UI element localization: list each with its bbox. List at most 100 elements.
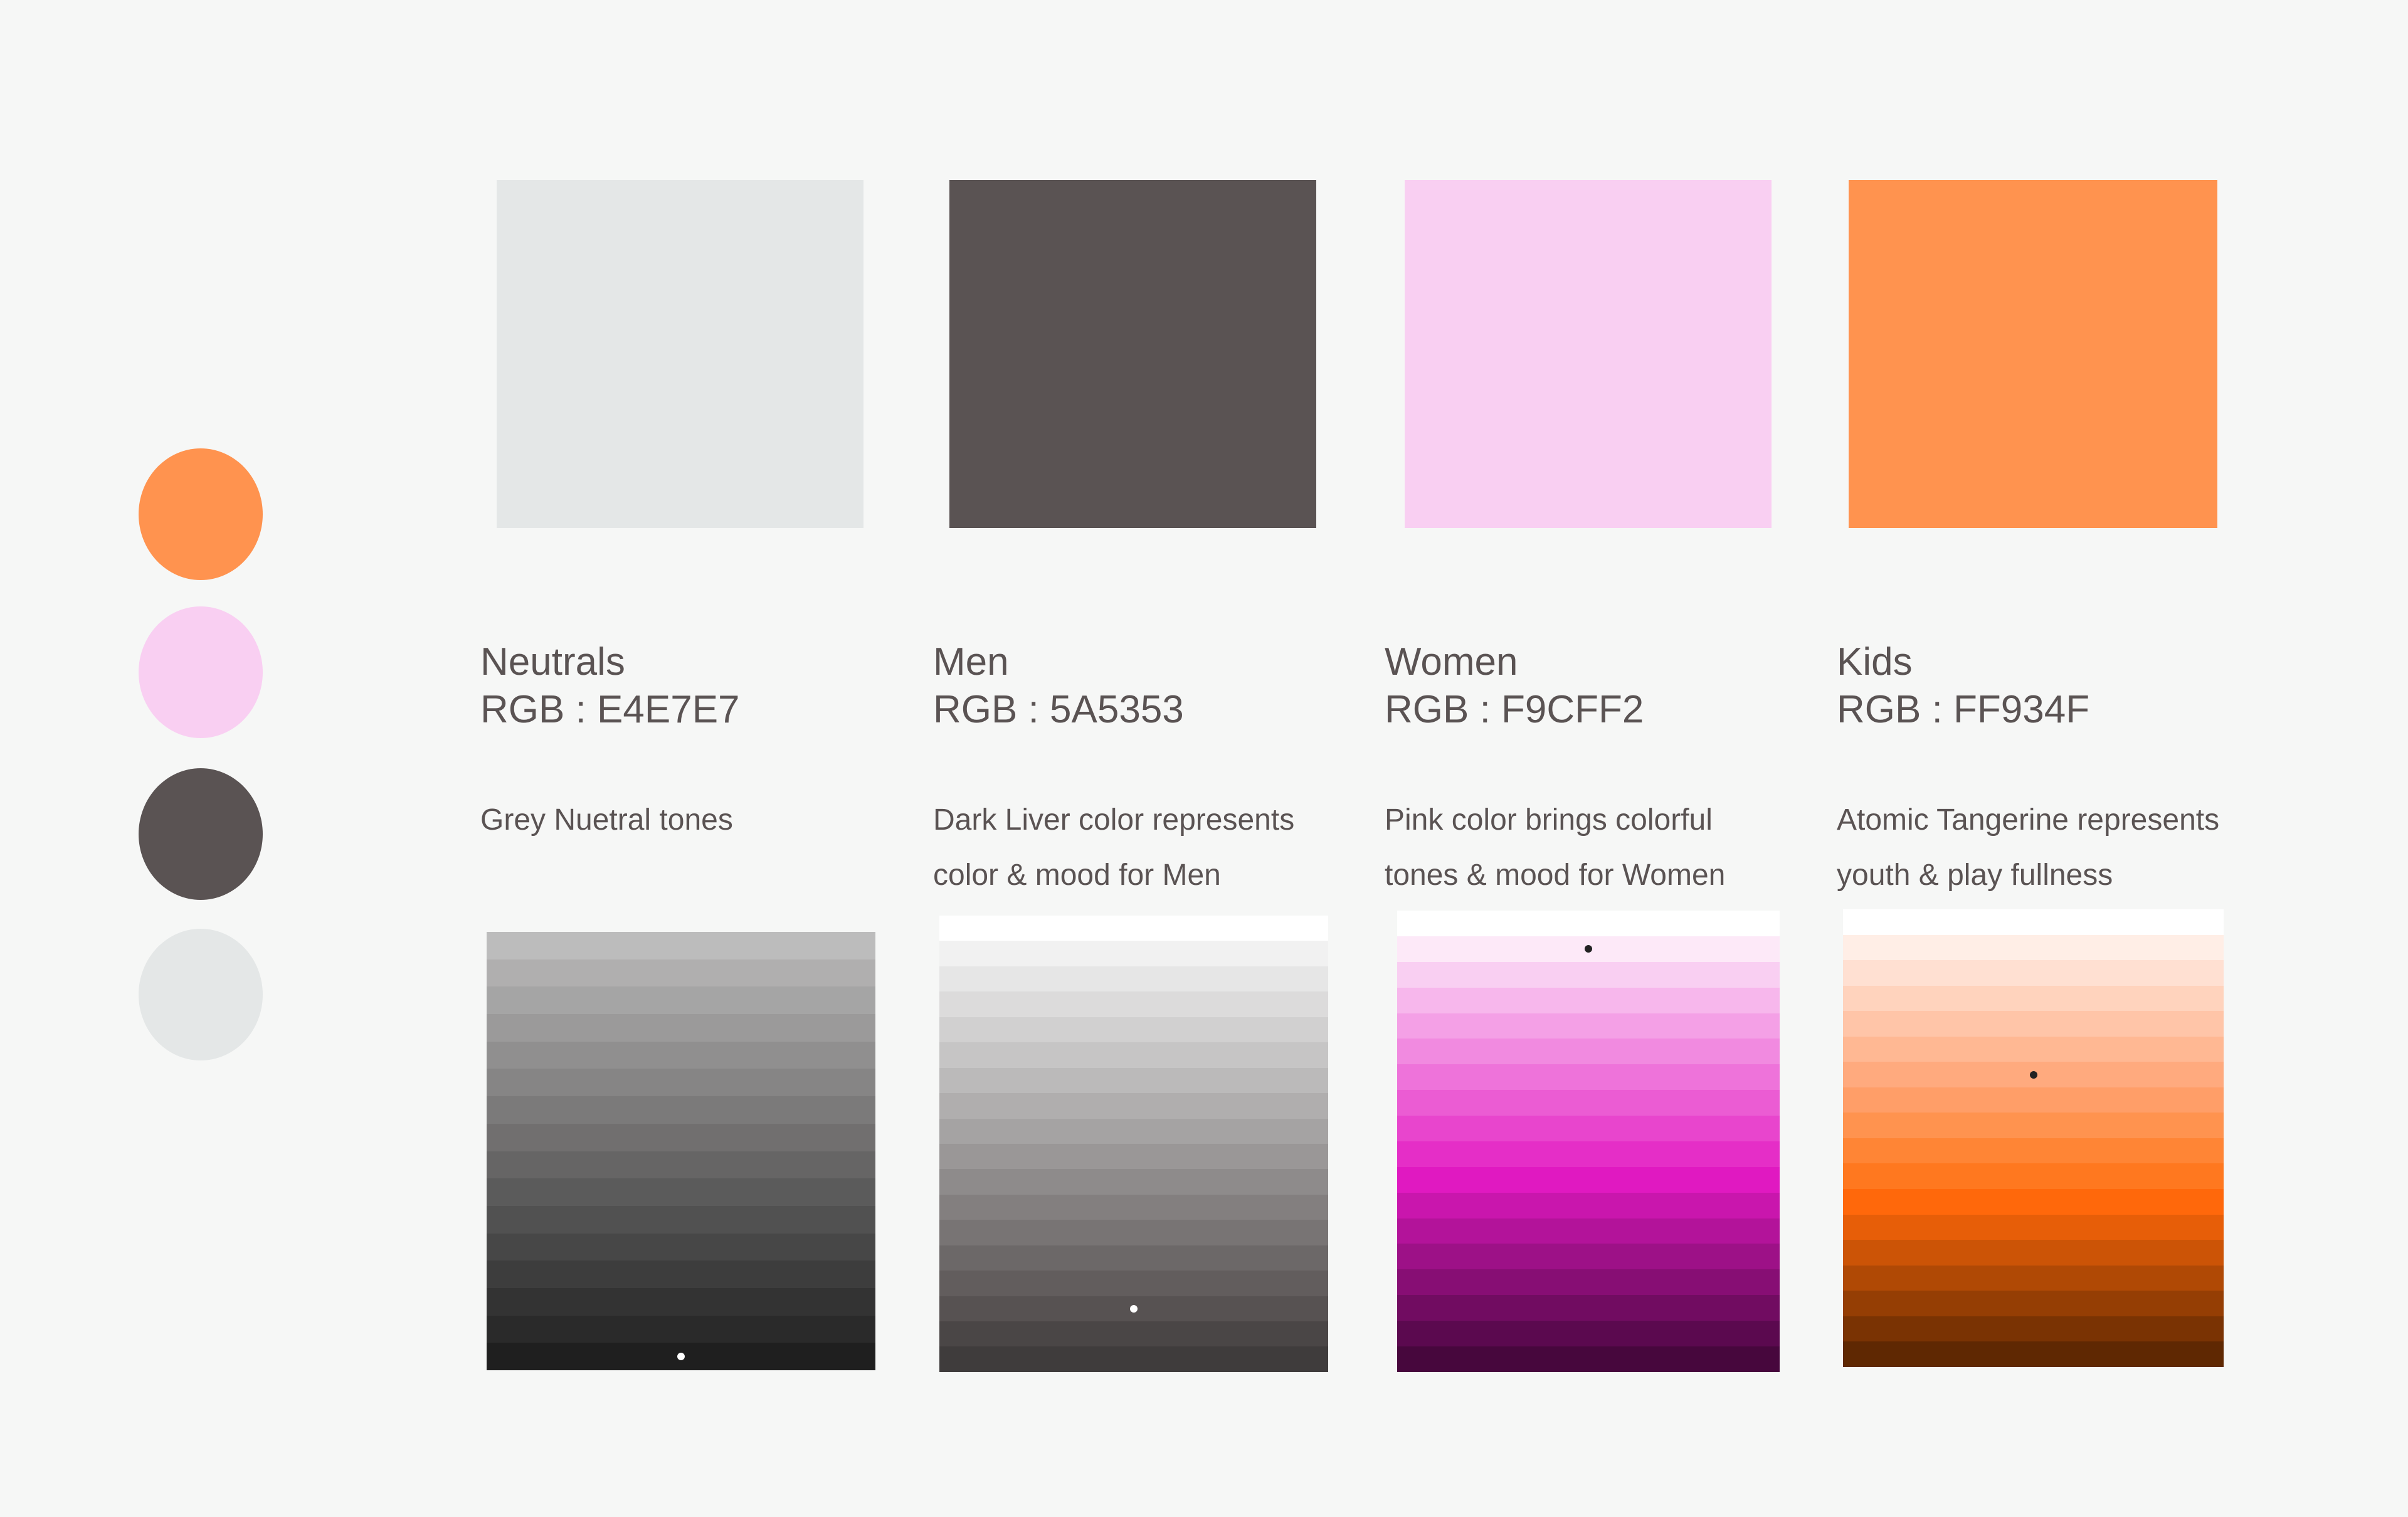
swatch-description-women: Pink color brings colorful tones & mood … [1385,793,1725,903]
tone-band [1843,1214,2224,1240]
tone-band [1397,1013,1780,1039]
side-circle-kids [139,448,263,580]
tone-ramp-men [939,916,1328,1372]
tone-band [1397,1141,1780,1167]
tone-band [939,1169,1328,1195]
tone-band [487,959,875,987]
tone-band [487,1315,875,1343]
tone-band [1843,1265,2224,1291]
tone-band [939,966,1328,992]
tone-band [939,1194,1328,1220]
tone-band [1397,961,1780,988]
tone-band [939,1067,1328,1094]
tone-band [939,941,1328,966]
description-line: Pink color brings colorful [1385,803,1713,837]
tone-band [939,1118,1328,1144]
base-tone-marker [1585,945,1592,953]
tone-band [1843,1240,2224,1266]
tone-band [939,1220,1328,1245]
side-circle-neutrals [139,929,263,1060]
tone-band [1843,1138,2224,1164]
tone-band [1843,1189,2224,1215]
swatch-rgb-kids: RGB : FF934F [1837,688,2090,731]
swatch-square-men [949,180,1316,528]
swatch-square-neutrals [497,180,863,528]
tone-band [1397,1116,1780,1141]
tone-band [1843,1316,2224,1342]
swatch-square-kids [1849,180,2217,528]
tone-band [939,1271,1328,1296]
description-line: color & mood for Men [933,859,1221,892]
tone-band [1397,1269,1780,1296]
tone-ramp-kids [1843,909,2224,1367]
base-tone-marker [1130,1304,1138,1313]
description-line: youth & play fullness [1837,859,2113,892]
tone-band [939,1093,1328,1119]
swatch-title-neutrals: Neutrals [480,640,625,684]
tone-band [1843,909,2224,935]
tone-band [1843,1011,2224,1037]
description-line: Grey Nuetral tones [480,803,733,837]
tone-band [487,1123,875,1151]
tone-band [1397,1090,1780,1116]
swatch-title-women: Women [1385,640,1518,684]
tone-band [487,1261,875,1288]
tone-band [487,1096,875,1124]
swatch-description-neutrals: Grey Nuetral tones [480,793,733,848]
tone-band [939,1017,1328,1043]
swatch-title-men: Men [933,640,1009,684]
description-line: tones & mood for Women [1385,859,1726,892]
tone-band [1397,987,1780,1013]
tone-band [1397,1244,1780,1270]
tone-band [1397,1218,1780,1244]
tone-band [1843,934,2224,961]
tone-band [487,932,875,959]
tone-band [487,986,875,1015]
tone-band [1397,1321,1780,1346]
swatch-rgb-women: RGB : F9CFF2 [1385,688,1644,731]
description-line: Atomic Tangerine represents [1837,803,2220,837]
tone-band [487,1151,875,1179]
tone-band [487,1205,875,1234]
base-tone-marker [2029,1070,2037,1079]
swatch-rgb-neutrals: RGB : E4E7E7 [480,688,740,731]
swatch-square-women [1405,180,1772,528]
tone-band [939,916,1328,941]
tone-band [1843,960,2224,986]
swatch-description-men: Dark Liver color represents color & mood… [933,793,1294,903]
swatch-title-kids: Kids [1837,640,1913,684]
tone-band [1843,985,2224,1012]
tone-band [487,1041,875,1069]
swatch-description-kids: Atomic Tangerine represents youth & play… [1837,793,2219,903]
swatch-rgb-men: RGB : 5A5353 [933,688,1184,731]
description-line: Dark Liver color represents [933,803,1295,837]
tone-band [487,1014,875,1042]
tone-band [939,1042,1328,1068]
tone-band [487,1069,875,1097]
tone-band [1843,1087,2224,1113]
side-circle-men [139,768,263,900]
base-tone-marker [677,1353,685,1361]
tone-band [1397,1295,1780,1321]
tone-band [1397,1166,1780,1193]
tone-band [939,1346,1328,1372]
tone-band [939,1245,1328,1271]
tone-band [939,991,1328,1017]
tone-band [1843,1036,2224,1062]
tone-band [939,1321,1328,1347]
tone-band [1397,1346,1780,1372]
tone-band [1843,1291,2224,1316]
tone-band [487,1178,875,1206]
side-circle-women [139,606,263,738]
tone-ramp-neutrals [487,932,875,1370]
tone-band [1397,1192,1780,1218]
tone-band [1843,1163,2224,1190]
tone-band [487,1233,875,1261]
tone-band [1843,1341,2224,1367]
tone-band [487,1287,875,1316]
tone-band [939,1143,1328,1170]
tone-ramp-women [1397,911,1780,1372]
tone-band [1397,1064,1780,1091]
tone-band [1397,911,1780,936]
tone-band [1843,1113,2224,1138]
